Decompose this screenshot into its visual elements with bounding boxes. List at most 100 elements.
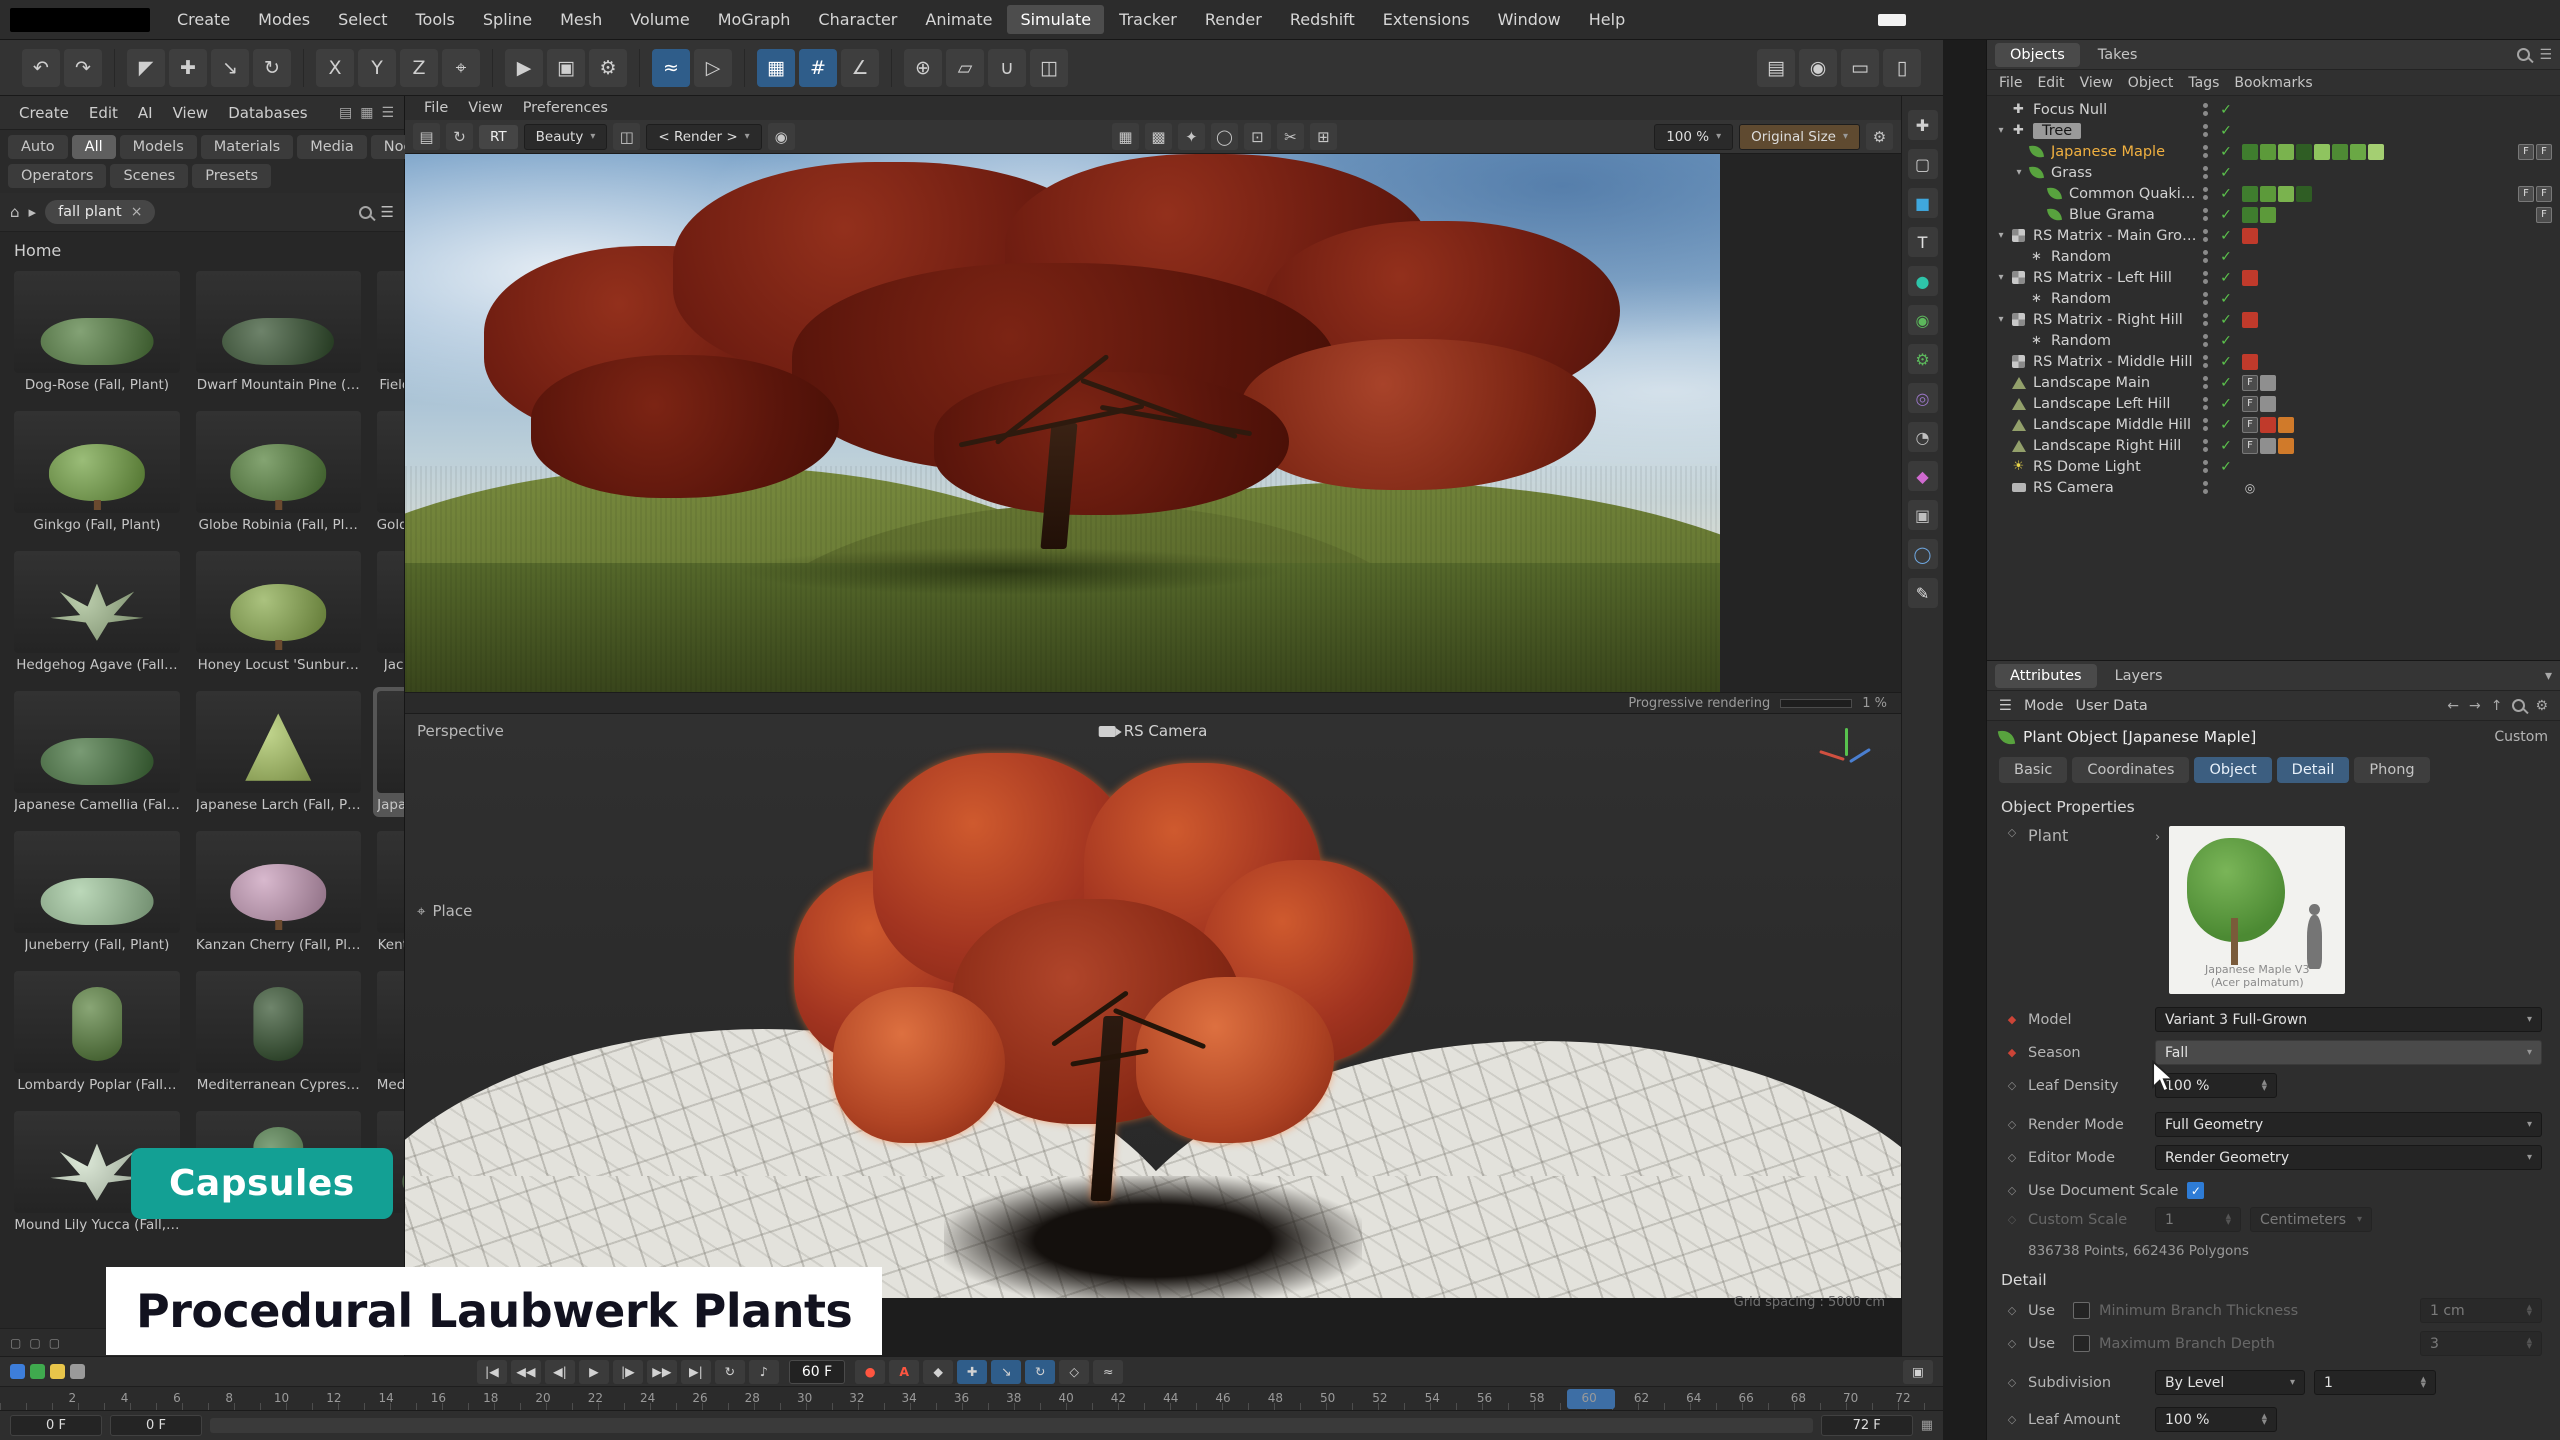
- enabled-check-icon[interactable]: [2216, 333, 2236, 349]
- material-chip[interactable]: [2314, 144, 2330, 160]
- keyframe-selection-button[interactable]: ◆: [923, 1360, 953, 1384]
- record-pla-toggle[interactable]: ≈: [1093, 1360, 1123, 1384]
- prev-key-button[interactable]: ◀◀: [511, 1360, 541, 1384]
- visibility-dots[interactable]: [2200, 439, 2210, 452]
- panel-menu-icon[interactable]: [1999, 698, 2012, 714]
- asset-item-hedgehog-agave-fall[interactable]: Hedgehog Agave (Fall…: [10, 547, 184, 677]
- visibility-dots[interactable]: [2200, 397, 2210, 410]
- render-visibility-dot[interactable]: [2203, 405, 2208, 410]
- editor-visibility-dot[interactable]: [2203, 439, 2208, 444]
- asset-item-dwarf-mountain-pine[interactable]: Dwarf Mountain Pine (…: [192, 267, 365, 397]
- asset-menu-edit[interactable]: Edit: [80, 101, 127, 125]
- visibility-dots[interactable]: [2200, 124, 2210, 137]
- keyframe-dot-icon[interactable]: ◇: [2005, 1079, 2019, 1092]
- render-visibility-dot[interactable]: [2203, 132, 2208, 137]
- enabled-check-icon[interactable]: [2216, 144, 2236, 160]
- paint-icon[interactable]: ◆: [1908, 461, 1938, 491]
- quantize-toggle[interactable]: ∠: [841, 49, 879, 87]
- material-chip[interactable]: [2242, 207, 2258, 223]
- asset-item-field-maple-fall-plant[interactable]: Field Maple (Fall, Plant): [373, 267, 404, 397]
- enabled-check-icon[interactable]: [2216, 291, 2236, 307]
- asset-item-kanzan-cherry-fall-pl[interactable]: Kanzan Cherry (Fall, Pl…: [192, 827, 365, 957]
- editor-visibility-dot[interactable]: [2203, 418, 2208, 423]
- zoom-dropdown[interactable]: 100 %▾: [1654, 124, 1733, 150]
- editor-visibility-dot[interactable]: [2203, 460, 2208, 465]
- region-render-icon[interactable]: ⊡: [1244, 123, 1271, 150]
- z-axis-lock-button[interactable]: Z: [400, 49, 438, 87]
- keyframe-dot-icon[interactable]: ◇: [2005, 1151, 2019, 1164]
- object-row-rs-matrix-right-hill[interactable]: ▾RS Matrix - Right Hill: [1987, 309, 2560, 330]
- axis-icon[interactable]: ⊕: [904, 49, 942, 87]
- menubar-item-animate[interactable]: Animate: [912, 5, 1005, 34]
- render-mode-dropdown[interactable]: Full Geometry: [2155, 1112, 2542, 1137]
- texture-tag[interactable]: [2260, 438, 2276, 454]
- snapshot-icon[interactable]: ⊞: [1310, 123, 1337, 150]
- object-row-landscape-right-hill[interactable]: Landscape Right HillF: [1987, 435, 2560, 456]
- checker-toggle-icon[interactable]: ▩: [1145, 123, 1172, 150]
- search-icon[interactable]: [2517, 48, 2530, 61]
- grid-toggle-icon[interactable]: ▦: [1112, 123, 1139, 150]
- asset-tab-media[interactable]: Media: [297, 135, 367, 159]
- render-visibility-dot[interactable]: [2203, 447, 2208, 452]
- render-view-menu-preferences[interactable]: Preferences: [514, 99, 617, 117]
- search-icon[interactable]: [2512, 699, 2525, 712]
- asset-item-kentia-palm-fall-plant[interactable]: Kentia Palm (Fall, Plant): [373, 827, 404, 957]
- visibility-dots[interactable]: [2200, 313, 2210, 326]
- visibility-dots[interactable]: [2200, 481, 2210, 494]
- visibility-dots[interactable]: [2200, 292, 2210, 305]
- editor-visibility-dot[interactable]: [2203, 103, 2208, 108]
- fold-tag[interactable]: F: [2242, 417, 2258, 433]
- subdivision-level-field[interactable]: 1: [2314, 1370, 2436, 1395]
- next-key-button[interactable]: ▶▶: [647, 1360, 677, 1384]
- enabled-check-icon[interactable]: [2216, 312, 2236, 328]
- mode-menu[interactable]: Mode: [2024, 698, 2064, 714]
- render-visibility-dot[interactable]: [2203, 363, 2208, 368]
- grid-snap-toggle[interactable]: #: [799, 49, 837, 87]
- material-chip[interactable]: [2260, 186, 2276, 202]
- asset-tab-all[interactable]: All: [72, 135, 116, 159]
- chevron-right-icon[interactable]: ›: [2155, 830, 2160, 845]
- visibility-dots[interactable]: [2200, 208, 2210, 221]
- up-arrow-icon[interactable]: ↑: [2491, 698, 2503, 714]
- render-picture-viewer-button[interactable]: ▣: [547, 49, 585, 87]
- filter-menu-icon[interactable]: [2539, 47, 2552, 63]
- range-end-field[interactable]: 72 F: [1821, 1415, 1913, 1436]
- material-chip[interactable]: [2260, 144, 2276, 160]
- gear-icon[interactable]: ⚙: [2535, 698, 2548, 714]
- object-row-rs-dome-light[interactable]: ☀RS Dome Light: [1987, 456, 2560, 477]
- asset-item-ginkgo-fall-plant[interactable]: Ginkgo (Fall, Plant): [10, 407, 184, 537]
- range-start-field-2[interactable]: 0 F: [110, 1415, 202, 1436]
- material-chip[interactable]: [2296, 186, 2312, 202]
- asset-item-japanese-maple-fall[interactable]: Japanese Maple (Fall, …: [373, 687, 404, 817]
- details-view-icon[interactable]: ☰: [381, 105, 394, 121]
- render-visibility-dot[interactable]: [2203, 195, 2208, 200]
- axis-tool-icon[interactable]: ✚: [1908, 110, 1938, 140]
- object-row-focus-null[interactable]: ✚Focus Null: [1987, 99, 2560, 120]
- object-manager-menu-edit[interactable]: Edit: [2037, 75, 2064, 91]
- volume-sphere-icon[interactable]: ●: [1908, 266, 1938, 296]
- enabled-check-icon[interactable]: [2216, 375, 2236, 391]
- material-chip[interactable]: [2332, 144, 2348, 160]
- rt-toggle-button[interactable]: RT: [479, 125, 518, 149]
- menubar-item-render[interactable]: Render: [1192, 5, 1275, 34]
- sound-toggle-button[interactable]: ♪: [749, 1360, 779, 1384]
- undo-icon[interactable]: ↶: [22, 49, 60, 87]
- filmstrip-icon[interactable]: ▤: [413, 123, 440, 150]
- render-pass-dropdown[interactable]: Beauty▾: [524, 124, 608, 150]
- object-row-blue-grama[interactable]: Blue GramaF: [1987, 204, 2560, 225]
- target-tag[interactable]: ◎: [2242, 480, 2258, 496]
- record-position-toggle[interactable]: ✚: [957, 1360, 987, 1384]
- asset-tab-models[interactable]: Models: [120, 135, 197, 159]
- use-document-scale-checkbox[interactable]: [2187, 1182, 2204, 1199]
- viewport-name-label[interactable]: Perspective: [417, 722, 504, 740]
- render-visibility-dot[interactable]: [2203, 489, 2208, 494]
- attribute-tab-phong[interactable]: Phong: [2354, 757, 2429, 783]
- expand-arrow-icon[interactable]: ▾: [1993, 230, 2009, 241]
- object-row-landscape-main[interactable]: Landscape MainF: [1987, 372, 2560, 393]
- keyframe-dot-icon[interactable]: ◇: [2005, 1184, 2019, 1197]
- object-row-rs-matrix-main-ground[interactable]: ▾RS Matrix - Main Ground: [1987, 225, 2560, 246]
- leaf-amount-field[interactable]: 100 %: [2155, 1407, 2277, 1432]
- render-visibility-dot[interactable]: [2203, 426, 2208, 431]
- enabled-check-icon[interactable]: [2216, 438, 2236, 454]
- browser-options-icon[interactable]: [381, 203, 394, 221]
